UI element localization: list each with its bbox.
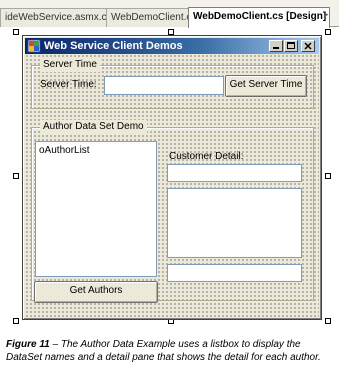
- form-window: Web Service Client Demos Server Time Ser…: [22, 35, 322, 320]
- form-title-bar[interactable]: Web Service Client Demos: [25, 38, 319, 54]
- get-authors-button[interactable]: Get Authors: [34, 281, 158, 303]
- selection-handle[interactable]: [13, 173, 19, 179]
- server-time-group: Server Time Server Time: Get Server Time: [31, 58, 314, 109]
- minimize-button[interactable]: [269, 40, 283, 52]
- selection-handle[interactable]: [13, 29, 19, 35]
- author-data-set-group: Author Data Set Demo oAuthorList Custome…: [31, 120, 314, 303]
- tab-webservice-asmx-cs[interactable]: ideWebService.asmx.cs: [0, 8, 114, 27]
- selection-handle[interactable]: [325, 29, 331, 35]
- selection-handle[interactable]: [325, 318, 331, 324]
- customer-detail-label: Customer Detail:: [169, 151, 244, 162]
- close-button[interactable]: [301, 40, 315, 52]
- close-icon: [304, 42, 312, 50]
- list-item[interactable]: oAuthorList: [39, 145, 90, 156]
- tab-scroll-icon[interactable]: ▸: [324, 10, 334, 22]
- author-group-title: Author Data Set Demo: [40, 120, 147, 134]
- customer-detail-field[interactable]: [167, 164, 302, 182]
- server-time-group-title: Server Time: [40, 58, 100, 72]
- customer-detail-footer-field[interactable]: [167, 264, 302, 282]
- figure-number: Figure 11: [6, 339, 50, 350]
- caption-text: – The Author Data Example uses a listbox…: [6, 339, 321, 363]
- server-time-input[interactable]: [104, 76, 224, 95]
- customer-detail-pane[interactable]: [167, 188, 302, 258]
- maximize-icon: [287, 42, 295, 49]
- app-icon: [27, 39, 41, 53]
- maximize-button[interactable]: [284, 40, 298, 52]
- tab-webdemoclient-cs[interactable]: WebDemoClient.cs: [106, 8, 196, 27]
- get-server-time-button[interactable]: Get Server Time: [225, 75, 307, 97]
- selection-handle[interactable]: [325, 173, 331, 179]
- selection-handle[interactable]: [13, 318, 19, 324]
- form-client-area: Server Time Server Time: Get Server Time…: [25, 54, 319, 317]
- author-listbox[interactable]: oAuthorList: [35, 141, 157, 277]
- ide-tab-strip: ideWebService.asmx.cs WebDemoClient.cs W…: [0, 0, 339, 28]
- minimize-icon: [273, 47, 279, 49]
- figure-caption: Figure 11 – The Author Data Example uses…: [6, 338, 336, 364]
- server-time-label: Server Time:: [40, 79, 97, 90]
- tab-webdemoclient-design[interactable]: WebDemoClient.cs [Design]: [188, 7, 330, 28]
- form-title: Web Service Client Demos: [44, 40, 183, 52]
